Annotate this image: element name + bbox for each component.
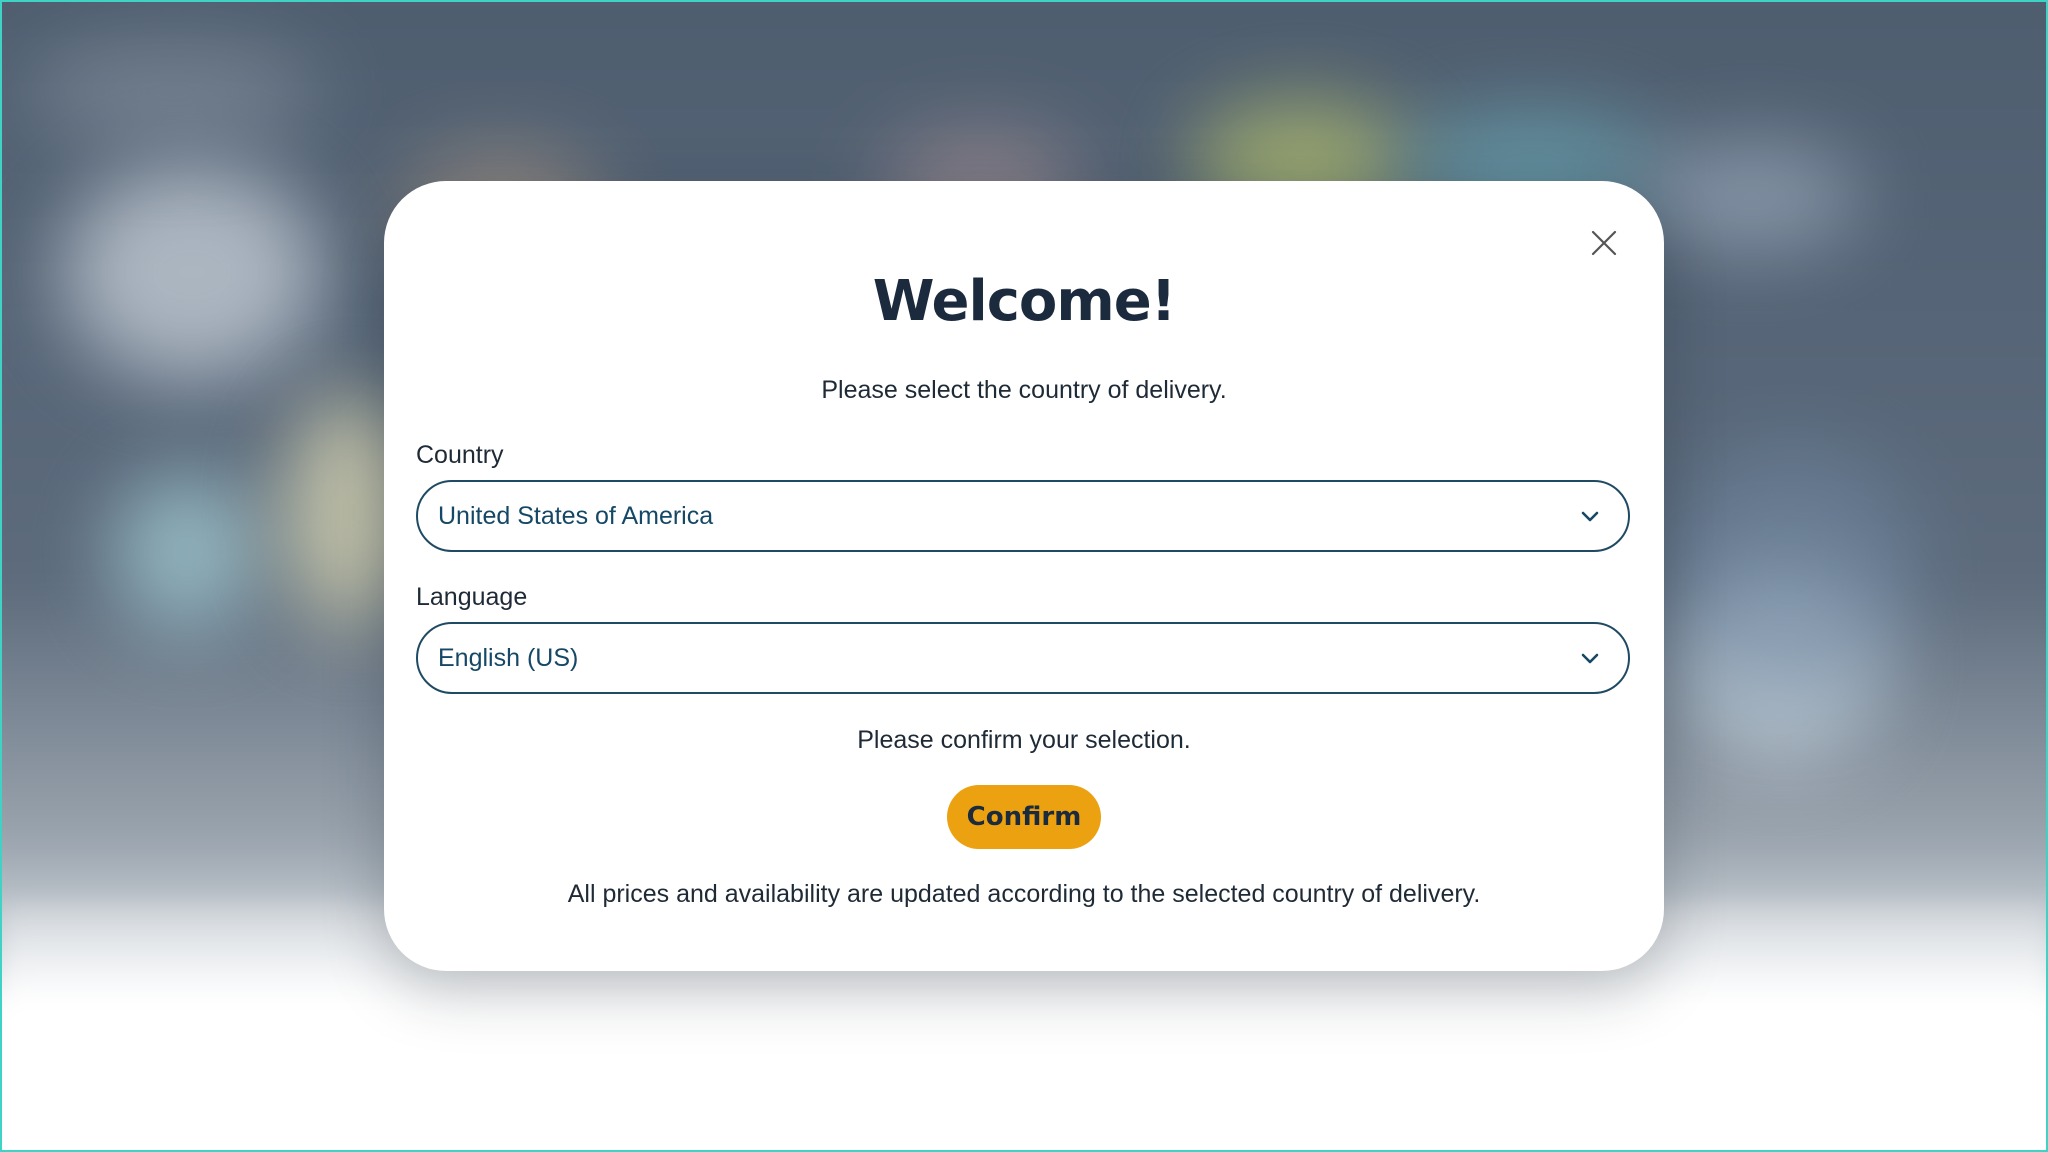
background-blur-shape xyxy=(62,162,322,382)
modal-subtitle: Please select the country of delivery. xyxy=(821,376,1227,404)
chevron-down-icon xyxy=(1581,511,1599,522)
language-select[interactable]: English (US) xyxy=(416,622,1630,694)
confirm-button[interactable]: Confirm xyxy=(947,785,1101,849)
close-icon xyxy=(1591,230,1617,256)
country-label: Country xyxy=(416,441,504,469)
modal-title: Welcome! xyxy=(872,269,1177,334)
country-selection-modal: Welcome! Please select the country of de… xyxy=(384,181,1664,971)
chevron-down-icon xyxy=(1581,653,1599,664)
country-select[interactable]: United States of America xyxy=(416,480,1630,552)
background-blur-shape xyxy=(112,472,262,632)
background-blur-shape xyxy=(22,42,322,142)
background-blur-shape xyxy=(1642,142,1862,252)
language-select-value: English (US) xyxy=(438,644,579,672)
confirm-prompt: Please confirm your selection. xyxy=(857,726,1191,754)
pricing-footnote: All prices and availability are updated … xyxy=(567,880,1481,908)
close-button[interactable] xyxy=(1586,225,1622,261)
background-blur-shape xyxy=(1662,442,1922,702)
language-label: Language xyxy=(416,583,528,611)
country-select-value: United States of America xyxy=(438,502,714,530)
